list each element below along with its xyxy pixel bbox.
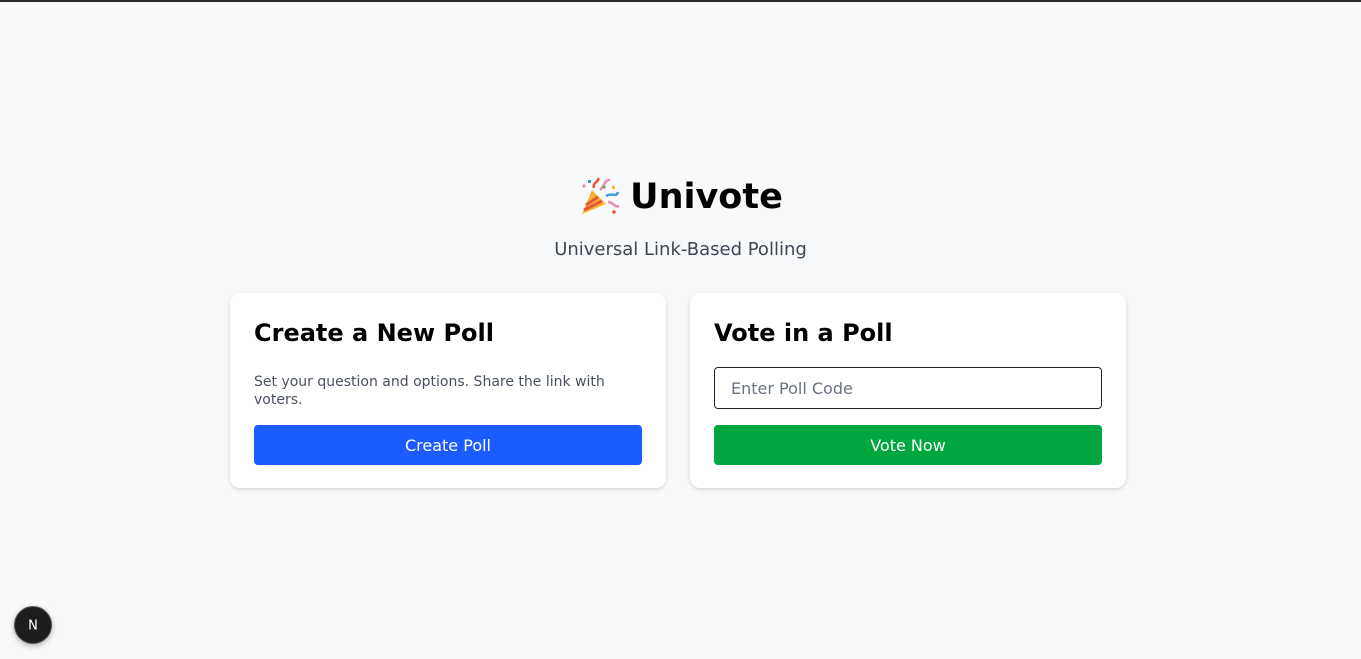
app-title-text: Univote xyxy=(630,177,783,217)
create-poll-card: Create a New Poll Set your question and … xyxy=(230,293,666,488)
nextjs-icon: N xyxy=(24,616,42,634)
vote-poll-heading: Vote in a Poll xyxy=(714,319,893,347)
party-popper-icon xyxy=(582,177,620,214)
create-poll-description: Set your question and options. Share the… xyxy=(254,374,605,408)
app-title: Univote xyxy=(578,174,783,220)
page-header: Univote Universal Link-Based Polling xyxy=(0,174,1361,262)
nextjs-dev-badge[interactable]: N xyxy=(14,606,52,644)
nextjs-badge-letter: N xyxy=(28,619,38,634)
app-subtitle: Universal Link-Based Polling xyxy=(554,239,807,260)
vote-now-button[interactable]: Vote Now xyxy=(714,425,1102,465)
poll-code-input[interactable] xyxy=(714,367,1102,409)
vote-poll-card: Vote in a Poll Vote Now xyxy=(690,293,1126,488)
create-poll-heading: Create a New Poll xyxy=(254,319,494,347)
create-poll-button[interactable]: Create Poll xyxy=(254,425,642,465)
